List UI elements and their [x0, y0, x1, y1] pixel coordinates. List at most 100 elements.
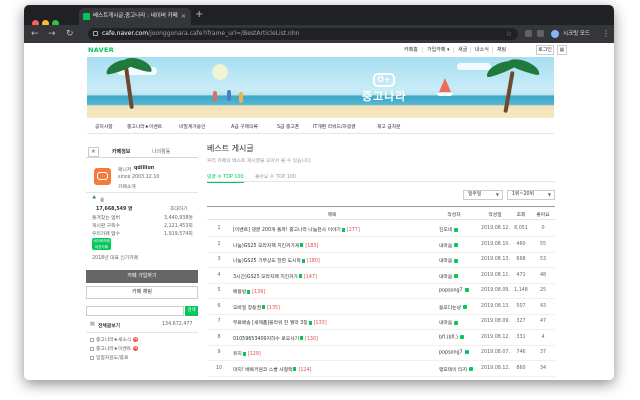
tab-comments-top[interactable]: 댓글 수 TOP 100 — [207, 173, 244, 183]
author-cell[interactable]: 내마음 — [439, 242, 459, 249]
incognito-profile[interactable]: 시크릿 모드 — [551, 28, 590, 40]
bookmark-star-icon[interactable]: ☆ — [506, 28, 512, 40]
new-tab-icon[interactable]: + — [195, 8, 203, 22]
table-row[interactable]: 5 배몽방 [139] popsong7 2019.08.09. 1,148 25 — [207, 283, 555, 299]
author-cell[interactable]: 내마음 — [439, 319, 459, 326]
image-attach-icon — [300, 336, 303, 340]
submenu-item[interactable]: 재고 급처분 — [377, 123, 401, 130]
comment-count[interactable]: [139] — [252, 290, 265, 295]
date-cell: 2019.08.10. — [481, 241, 510, 247]
comment-count[interactable]: [124] — [298, 368, 311, 373]
manager-name[interactable]: qdillion — [134, 166, 154, 171]
comment-count[interactable]: [277] — [347, 228, 360, 233]
article-title-cell[interactable]: 배몽방 [139] — [233, 288, 265, 295]
cafe-search-input[interactable] — [86, 306, 184, 316]
invite-link[interactable]: 초대하기 — [170, 205, 188, 212]
cafe-search-button[interactable]: 검색 — [185, 306, 198, 316]
table-row[interactable]: 3 나눔)GS25 기부상도 한한 도시락 [180] 내마음 2019.08.13. 6… — [207, 252, 555, 268]
comment-count[interactable]: [147] — [304, 275, 317, 280]
article-title-cell[interactable]: 3시간)GS25 모라지팩 치킨커가 [147] — [233, 273, 317, 280]
tab-likes-top[interactable]: 좋아요 수 TOP 100 — [255, 173, 296, 180]
comment-count[interactable]: [180] — [307, 259, 320, 264]
author-cell[interactable]: 내마음 — [439, 257, 459, 264]
author-cell[interactable]: popsong7 — [439, 288, 469, 294]
gnb-link-new[interactable]: 새글 — [458, 46, 467, 53]
table-row[interactable]: 7 무료배송 [새제품]플라워 한 월악 3칭 [133] 내마음 2019.08.09… — [207, 314, 555, 330]
submenu-item[interactable]: A급 구제의류 — [231, 123, 258, 130]
article-title-cell[interactable]: 무료배송 [새제품]플라워 한 월악 3칭 [133] — [233, 319, 327, 326]
author-cell[interactable]: 용포다는냥 — [439, 304, 468, 311]
article-title-cell[interactable]: 마지! 배복키원코 스쿨 사형맥 [124] — [233, 366, 311, 373]
login-button[interactable]: 로그인 — [536, 45, 554, 55]
gnb-divider — [470, 47, 471, 53]
author-cell[interactable]: popsong7 — [439, 350, 469, 356]
all-posts-icon: ▤ — [90, 322, 95, 327]
new-badge-icon: N — [133, 337, 139, 342]
star-icon[interactable]: ★ — [88, 147, 99, 157]
naver-logo[interactable]: NAVER — [88, 46, 114, 54]
article-title-cell[interactable]: 나눔)GS25 기부상도 한한 도시락 [180] — [233, 257, 320, 264]
board-item[interactable]: 중고나라★이벤트 N — [90, 345, 139, 352]
browser-tab[interactable]: 베스트게시글,중고나라 : 네이버 카페 ✕ — [79, 8, 191, 25]
join-cafe-button[interactable]: 카페 가입하기 — [86, 270, 198, 283]
forward-icon[interactable]: → — [48, 26, 56, 42]
table-row[interactable]: 1 [이벤트] 댓글 200개 돌파! 중고나라 나눔천사 이야기 [277] 진모네… — [207, 221, 555, 237]
profile-label: 시크릿 모드 — [563, 31, 591, 37]
cafe-chat-button[interactable]: 카페 채팅 — [86, 286, 198, 299]
submenu-item[interactable]: IT개편 리워드/자랑글 — [313, 123, 356, 130]
comment-count[interactable]: [129] — [248, 352, 261, 357]
table-row[interactable]: 8 01059653409지하수 로오사기 [130] bfl.(bfl.) 2019.… — [207, 330, 555, 346]
extension-icon-2[interactable] — [537, 30, 544, 37]
comment-count[interactable]: [135] — [267, 306, 280, 311]
board-item[interactable]: 입점지원도/종료 — [90, 354, 129, 361]
table-row[interactable]: 2 나눔)GS25 모라지팩 치킨커가게 [183] 내마음 2019.08.10. 46… — [207, 237, 555, 253]
close-tab-icon[interactable]: ✕ — [181, 8, 186, 25]
gnb-link-joined[interactable]: 가입카페 ▾ — [427, 46, 450, 53]
beach-figure — [239, 92, 243, 103]
submenu-item[interactable]: S급 중고폰 — [277, 123, 299, 130]
author-cell[interactable]: bfl.(bfl.) — [439, 334, 464, 340]
gnb-link-cafe-home[interactable]: 카페홈 — [404, 46, 418, 53]
tab-my-activity[interactable]: 나의활동 — [152, 148, 170, 155]
submenu-item[interactable]: 비밀계가용안 — [179, 123, 205, 130]
author-name: popsong7 — [439, 350, 463, 356]
submenu-item[interactable]: 중고나라★이벤트 — [127, 123, 162, 130]
author-cell[interactable]: 진모네 — [439, 226, 459, 233]
apps-icon[interactable]: ▦ — [557, 45, 567, 55]
views-cell: 327 — [516, 319, 526, 324]
chevron-down-icon: ▼ — [547, 192, 551, 197]
browser-menu-icon[interactable]: ⋮ — [602, 28, 610, 40]
image-attach-icon — [242, 351, 246, 356]
comment-count[interactable]: [133] — [314, 321, 327, 326]
all-posts-link[interactable]: 전체글보기 — [98, 322, 120, 329]
table-row[interactable]: 4 3시간)GS25 모라지팩 치킨커가 [147] 내마음 2019.08.11. 47… — [207, 268, 555, 284]
comment-count[interactable]: [183] — [305, 244, 318, 249]
comment-count[interactable]: [130] — [305, 337, 318, 342]
range-select[interactable]: 1위~20위 ▼ — [507, 190, 555, 200]
cafe-banner[interactable]: O+ 중고나라 — [87, 57, 554, 118]
table-row[interactable]: 10 마지! 배복키원코 스쿨 사형맥 [124] 맹모테이 타지 2019.08.12… — [207, 361, 555, 377]
date-cell: 2019.08.12. — [481, 365, 510, 371]
article-title-cell[interactable]: 01059653409지하수 로오사기 [130] — [233, 335, 318, 342]
author-cell[interactable]: 맹모테이 타지 — [439, 366, 474, 373]
period-select[interactable]: 일주일 ▼ — [463, 190, 503, 200]
address-bar[interactable]: cafe.naver.com/joonggonara.cafe?iframe_u… — [88, 28, 518, 40]
tab-cafe-info[interactable]: 카페정보 — [112, 148, 130, 155]
board-item[interactable]: 중고나라★새소식 N — [90, 336, 139, 343]
article-title-cell[interactable]: 나눔)GS25 모라지팩 치킨커가게 [183] — [233, 242, 318, 249]
table-row[interactable]: 6 모바일 창동권 [135] 용포다는냥 2019.08.13. 507 43 — [207, 299, 555, 315]
cafe-intro-link[interactable]: 카페소개 — [118, 183, 136, 190]
header-views: 조회 — [516, 213, 526, 218]
article-title-cell[interactable]: 유지 [129] — [233, 350, 261, 357]
back-icon[interactable]: ← — [31, 26, 39, 42]
author-cell[interactable]: 내마음 — [439, 273, 459, 280]
article-title-cell[interactable]: [이벤트] 댓글 200개 돌파! 중고나라 나눔천사 이야기 [277] — [233, 226, 360, 233]
reload-icon[interactable]: ↻ — [66, 26, 74, 42]
member-count[interactable]: 17,668,549 명 — [96, 205, 132, 212]
article-title-cell[interactable]: 모바일 창동권 [135] — [233, 304, 280, 311]
table-row[interactable]: 9 유지 [129] popsong7 2019.08.07. 746 37 — [207, 345, 555, 361]
submenu-item[interactable]: 공지사항 — [95, 123, 113, 130]
gnb-link-news[interactable]: 내소식 — [475, 46, 489, 53]
gnb-link-chat[interactable]: 채팅 — [497, 46, 506, 53]
extension-icon[interactable] — [525, 30, 532, 37]
